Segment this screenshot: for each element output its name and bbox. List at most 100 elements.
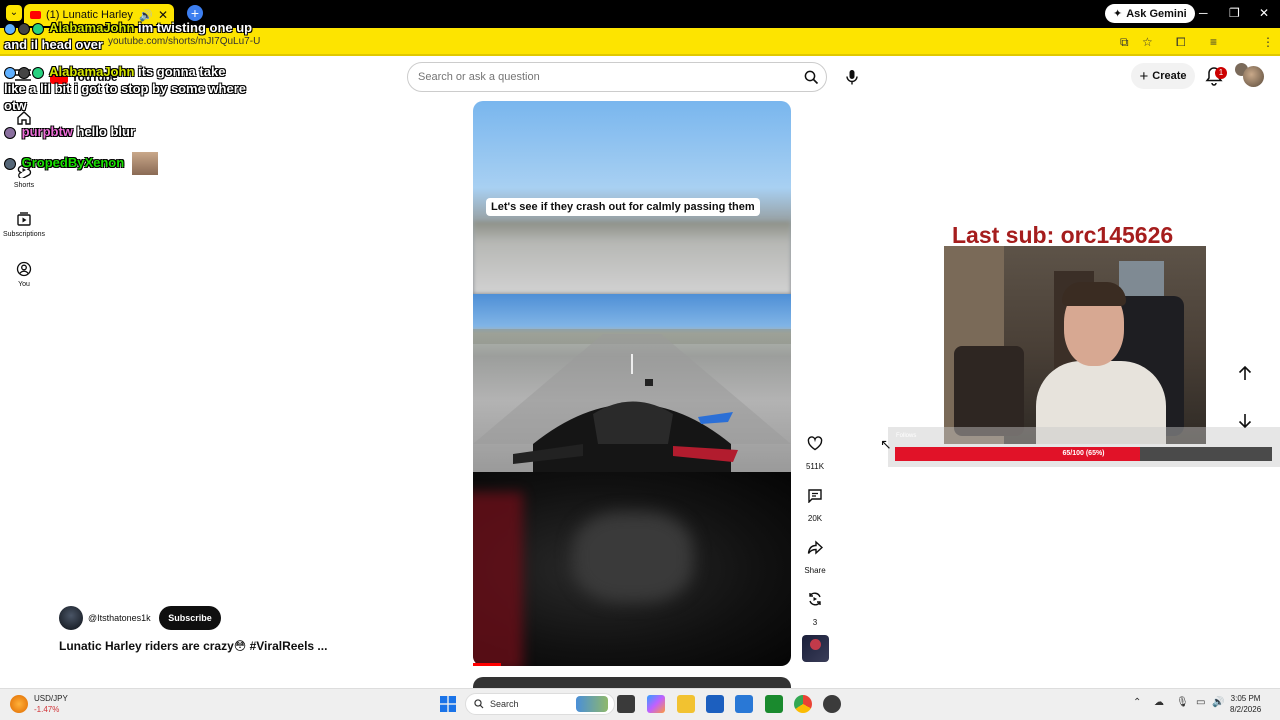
chat-text: hello blur [76,124,136,139]
comments-button[interactable]: 20K [800,480,830,523]
video-blurred-road [473,221,791,294]
ticker-change: -1.47% [34,705,60,714]
badge-icon [32,22,44,35]
install-app-icon[interactable]: ⧉ [1120,35,1129,50]
youtube-favicon-icon [30,11,41,19]
arrow-up-icon [1238,365,1252,380]
extensions-icon[interactable]: ⧠ [1176,35,1186,50]
notification-badge: 1 [1215,67,1227,79]
remix-icon [809,592,821,606]
sidebar-item-subscriptions[interactable]: Subscriptions [0,211,48,238]
chat-emote-image [131,152,158,175]
display-icon[interactable]: ▭ [1196,697,1205,708]
comment-icon [808,488,822,503]
chat-message: GropedByXenon [4,152,254,175]
comment-count: 20K [807,514,823,523]
video-blur-red [473,492,523,666]
webcam-person-hair [1062,282,1126,306]
badge-icon [4,22,16,35]
like-button[interactable]: 511K [800,428,830,471]
onedrive-icon[interactable]: ☁ [1154,697,1164,708]
badge-icon [32,66,44,79]
search-icon [804,70,818,84]
motorcycle-dashboard-image [473,329,791,472]
create-label: Create [1152,70,1187,82]
video-title[interactable]: Lunatic Harley riders are crazy😳 #ViralR… [59,639,327,653]
mouse-cursor-icon: ↖ [880,436,892,452]
clock-date: 8/2/2026 [1230,705,1262,714]
ask-gemini-label: Ask Gemini [1126,7,1187,20]
windows-taskbar [0,688,1280,720]
goal-progress-text: 65/100 (65%) [1062,450,1105,457]
file-explorer-icon[interactable] [677,695,695,713]
sidebar-label-you: You [18,281,30,288]
outlook-icon[interactable] [735,695,753,713]
chat-username: AlabamaJohn [49,20,135,35]
video-frame-closeup [473,472,791,666]
copilot-icon[interactable] [647,695,665,713]
ticker-name[interactable]: USD/JPY [34,694,68,703]
next-short-button[interactable] [1231,407,1259,435]
webcam-feed [944,246,1206,444]
sidebar-label-shorts: Shorts [13,182,35,189]
remix-button[interactable]: 3 [800,584,830,627]
remix-count: 3 [812,618,818,627]
video-blur-gauge [573,512,693,602]
close-window-icon[interactable]: ✕ [1259,6,1269,20]
arrow-down-icon [1238,414,1252,429]
clock-time: 3:05 PM [1230,694,1261,703]
video-progress-bar[interactable] [473,663,501,666]
create-button[interactable]: + Create [1131,63,1195,89]
sidebar-item-you[interactable]: You [0,261,48,288]
share-label: Share [804,566,826,575]
previous-short-button[interactable] [1231,359,1259,387]
share-icon [807,539,823,555]
media-control-icon[interactable]: ≡ [1210,35,1217,49]
search-highlight-image [576,696,608,712]
shorts-video-player[interactable]: Let's see if they crash out for calmly p… [473,101,791,666]
taskbar-search[interactable]: Search [465,693,615,715]
heart-icon [807,435,823,450]
microphone-tray-icon[interactable]: 🎙 [1176,697,1189,708]
goal-progress-track: 65/100 (65%) [895,447,1272,461]
taskbar-search-label: Search [490,699,519,709]
minimize-icon[interactable]: ─ [1199,6,1208,20]
chat-username: purpbtw [21,124,73,139]
obs-icon[interactable] [823,695,841,713]
sound-thumbnail[interactable] [802,635,829,662]
system-clock[interactable]: 3:05 PM 8/2/2026 [1230,693,1261,715]
tray-overflow-icon[interactable]: ⌃ [1133,697,1141,708]
task-view-icon[interactable] [617,695,635,713]
share-button[interactable]: Share [800,532,830,575]
chat-message: AlabamaJohn im twisting one up and il he… [4,19,254,53]
video-caption: Let's see if they crash out for calmly p… [486,198,760,216]
xbox-icon[interactable] [765,695,783,713]
windows-start-icon[interactable] [440,696,456,712]
last-sub-overlay: Last sub: orc145626 [952,222,1174,248]
account-avatar[interactable] [1243,66,1264,87]
microphone-icon [846,70,858,85]
volume-icon[interactable]: 🔊 [1212,697,1224,708]
channel-avatar[interactable] [59,606,83,630]
thumbnail-figure [810,639,821,650]
ask-gemini-button[interactable]: ✦ Ask Gemini [1105,4,1195,23]
store-icon[interactable] [706,695,724,713]
chat-avatar [4,157,16,170]
webcam-chair [954,346,1024,436]
chrome-icon[interactable] [794,695,812,713]
like-count: 511K [805,462,825,471]
chat-username: GropedByXenon [21,154,125,170]
search-button[interactable] [796,63,826,91]
weather-widget-icon[interactable] [10,695,28,713]
maximize-icon[interactable]: ❐ [1229,6,1240,20]
browser-menu-icon[interactable]: ⋮ [1262,35,1274,49]
bookmark-star-icon[interactable]: ☆ [1142,35,1153,49]
search-input[interactable] [418,71,796,83]
channel-handle[interactable]: @Itsthatones1k [88,613,151,623]
chat-username: AlabamaJohn [49,64,135,79]
subscribe-button[interactable]: Subscribe [159,606,221,630]
video-frame-highway [473,294,791,472]
chat-avatar [4,126,16,139]
chat-message: purpbtw hello blur [4,123,254,140]
voice-search-button[interactable] [839,64,865,90]
